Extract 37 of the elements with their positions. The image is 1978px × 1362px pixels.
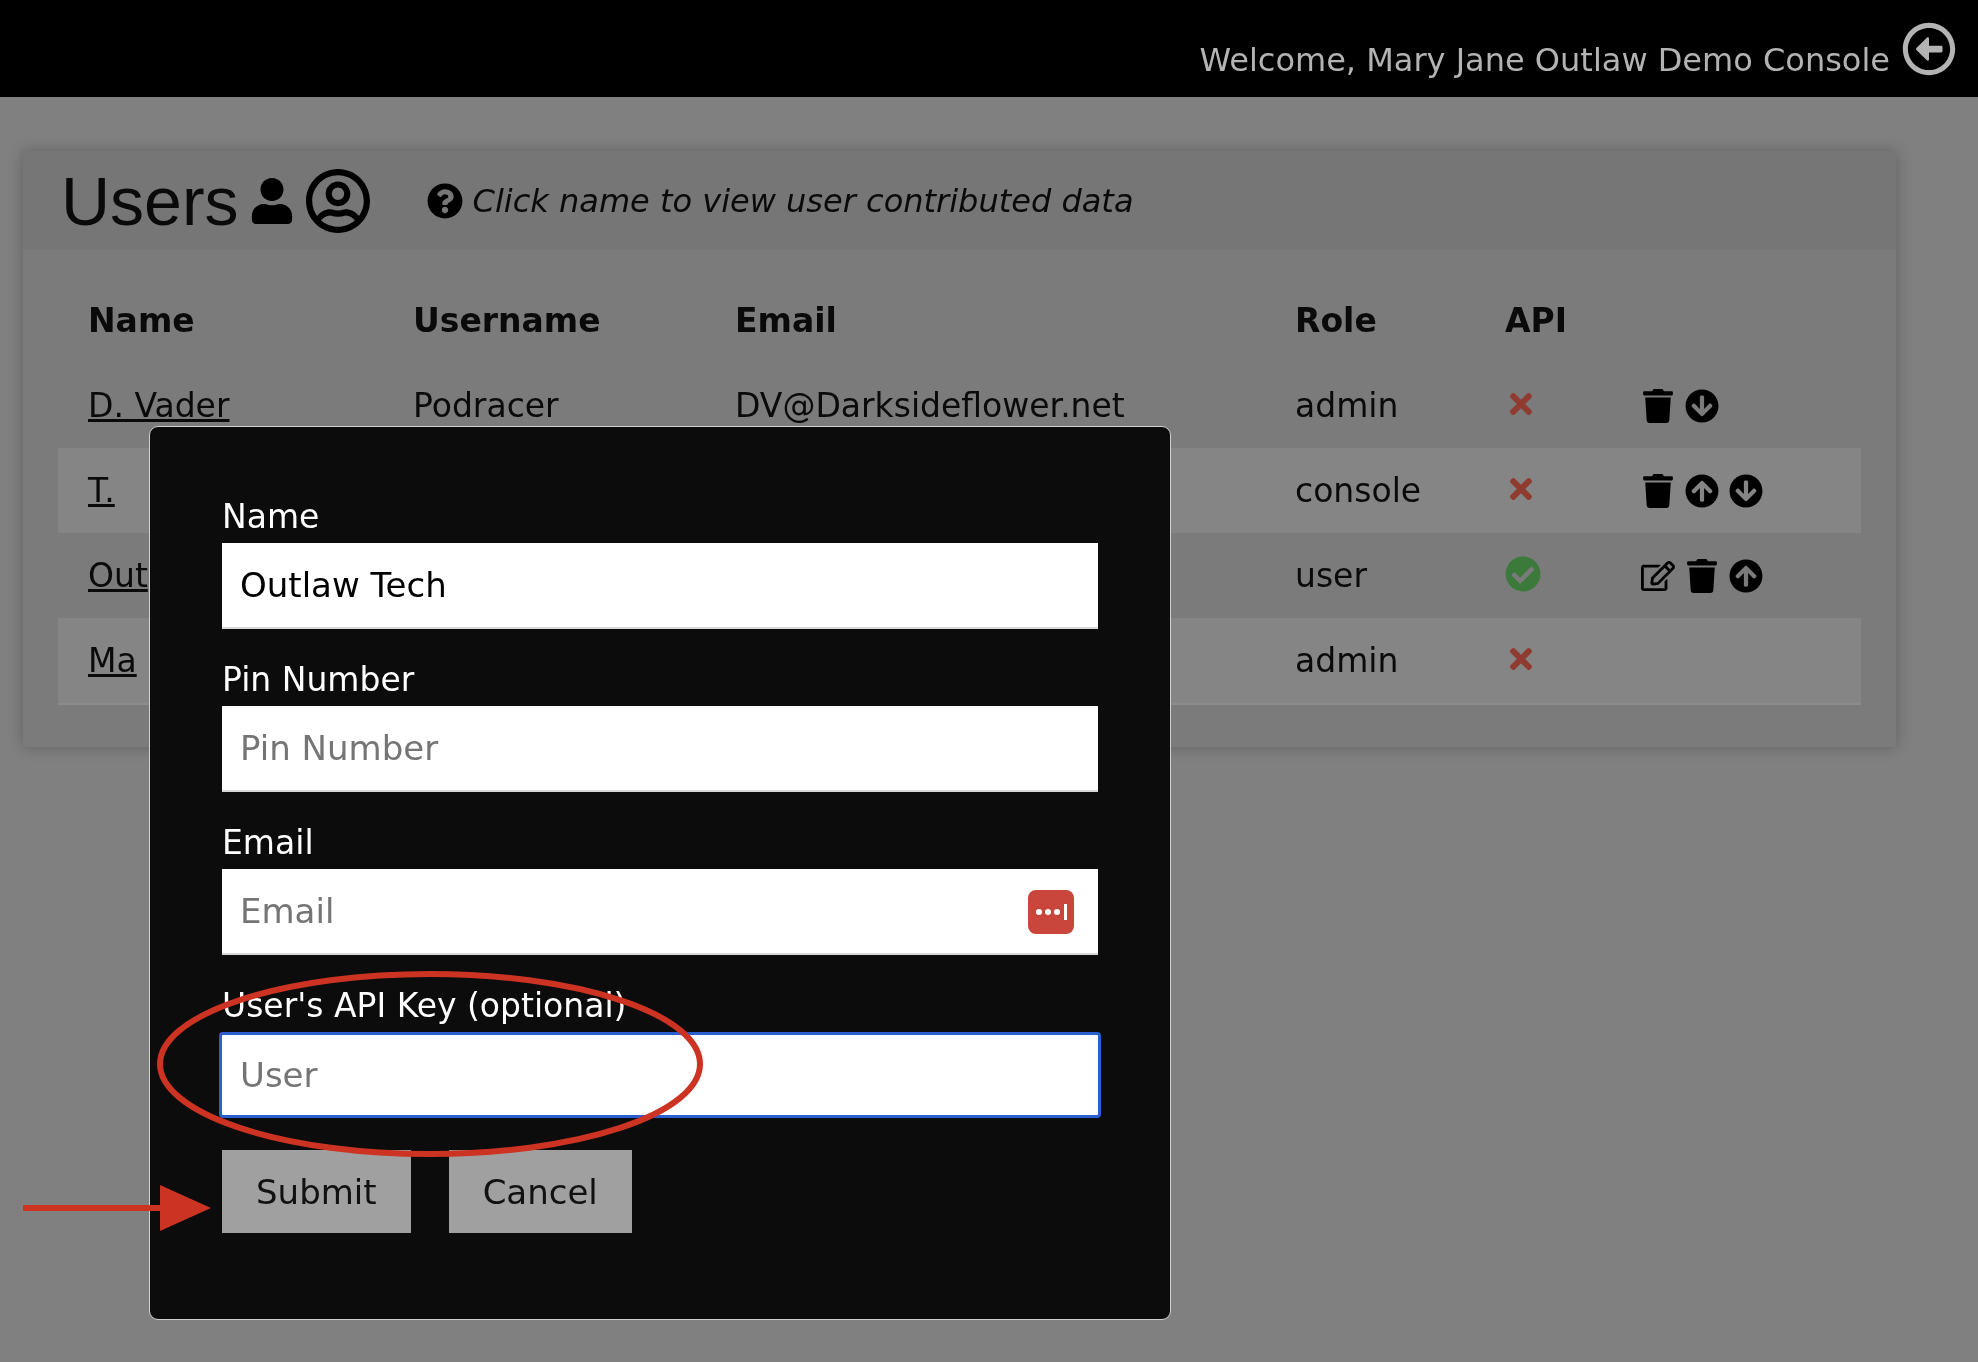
table-cell-text: user — [1295, 556, 1368, 595]
arrow-down-icon[interactable] — [1729, 473, 1763, 508]
arrow-up-icon[interactable] — [1685, 473, 1719, 508]
edit-icon[interactable] — [1641, 558, 1675, 593]
welcome-text: Welcome, Mary Jane Outlaw Demo Console — [1199, 40, 1890, 79]
table-cell: Podracer — [413, 386, 559, 425]
user-name-link[interactable]: T. — [88, 471, 115, 510]
table-cell: DV@Darksideflower.net — [735, 386, 1125, 425]
column-header: API — [1505, 301, 1568, 340]
arrow-up-icon[interactable] — [1729, 558, 1763, 593]
input-field[interactable]: Outlaw Tech — [222, 543, 1098, 629]
table-cell-text: admin — [1295, 641, 1400, 680]
column-header: Name — [88, 301, 196, 340]
password-manager-icon[interactable] — [1028, 890, 1074, 934]
back-arrow-icon[interactable] — [1902, 21, 1956, 76]
trash-icon[interactable] — [1685, 558, 1719, 593]
help-text: Click name to view user contributed data — [472, 181, 1134, 220]
cancel-button[interactable]: Cancel — [448, 1150, 632, 1233]
field-label: Pin Number — [222, 660, 416, 700]
field-label: Email — [222, 823, 315, 863]
column-header: Role — [1295, 301, 1378, 340]
page-title: Users — [61, 161, 239, 240]
field-label: User's API Key (optional) — [222, 986, 628, 1026]
trash-icon[interactable] — [1641, 473, 1675, 508]
user-name-link[interactable]: D. Vader — [88, 386, 230, 425]
input-field[interactable]: User — [219, 1032, 1101, 1118]
help-icon — [426, 182, 463, 219]
column-header: Email — [735, 301, 838, 340]
table-cell-text: admin — [1295, 386, 1400, 425]
field-label: Name — [222, 497, 321, 537]
trash-icon[interactable] — [1641, 388, 1675, 423]
column-header: Username — [413, 301, 602, 340]
table-cell-text: console — [1295, 471, 1423, 510]
submit-button[interactable]: Submit — [222, 1150, 411, 1233]
user-name-link[interactable]: Ma — [88, 641, 137, 680]
arrow-down-icon[interactable] — [1685, 388, 1719, 423]
user-name-link[interactable]: Out — [88, 556, 148, 595]
